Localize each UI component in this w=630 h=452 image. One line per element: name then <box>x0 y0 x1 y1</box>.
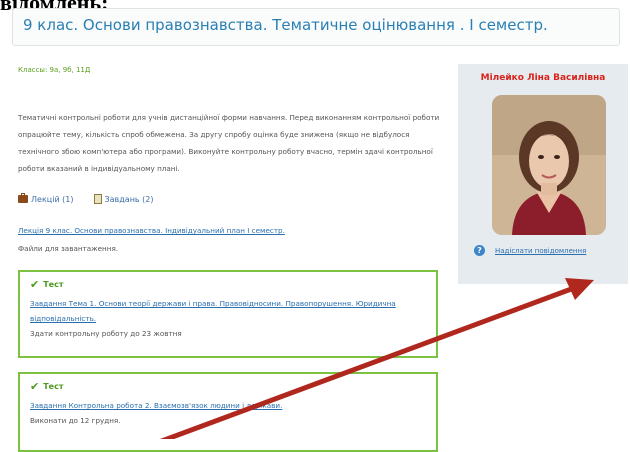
test-header: ✔ Тест <box>30 278 426 291</box>
test-deadline: Виконати до 12 грудня. <box>30 416 121 425</box>
checkmark-icon: ✔ <box>30 380 40 393</box>
test-label: Тест <box>43 382 64 391</box>
teacher-photo <box>492 95 606 235</box>
test-task-link[interactable]: Завдання Контрольна робота 2. Взаємозв'я… <box>30 398 426 413</box>
teacher-portrait-image <box>492 95 606 235</box>
clipboard-icon <box>93 194 102 204</box>
test-label: Тест <box>43 280 64 289</box>
checkmark-icon: ✔ <box>30 278 40 291</box>
test-card: ✔ Тест Завдання Тема 1. Основи теорії де… <box>18 270 438 358</box>
course-description: Тематичні контрольні роботи для учнів ди… <box>18 113 440 173</box>
test-deadline: Здати контрольну роботу до 23 жовтня <box>30 329 182 338</box>
lectures-label: Лекцій (1) <box>31 194 74 204</box>
help-icon: ? <box>474 245 485 256</box>
send-message-row[interactable]: ? Надіслати повідомлення <box>474 245 586 256</box>
lectures-count[interactable]: Лекцій (1) <box>18 193 74 204</box>
resource-counts: Лекцій (1) Завдань (2) <box>18 193 154 204</box>
teacher-panel: Мілейко Ліна Василівна ? Надіслати повід… <box>458 64 628 284</box>
test-header: ✔ Тест <box>30 380 426 393</box>
individual-plan-link[interactable]: Лекція 9 клас. Основи правознавства. Інд… <box>18 226 285 235</box>
tasks-count[interactable]: Завдань (2) <box>93 194 154 204</box>
course-title-bar: 9 клас. Основи правознавства. Тематичне … <box>12 8 620 46</box>
tasks-label: Завдань (2) <box>104 194 154 204</box>
send-message-link[interactable]: Надіслати повідомлення <box>495 247 586 255</box>
test-task-link[interactable]: Завдання Тема 1. Основи теорії держави і… <box>30 296 426 326</box>
files-label: Файли для завантаження. <box>18 244 119 253</box>
course-title: 9 клас. Основи правознавства. Тематичне … <box>23 16 548 34</box>
briefcase-icon <box>18 193 28 203</box>
classes-label: Классы: 9а, 9б, 11Д <box>18 66 91 74</box>
test-card: ✔ Тест Завдання Контрольна робота 2. Вза… <box>18 372 438 452</box>
teacher-name: Мілейко Ліна Василівна <box>480 73 606 83</box>
